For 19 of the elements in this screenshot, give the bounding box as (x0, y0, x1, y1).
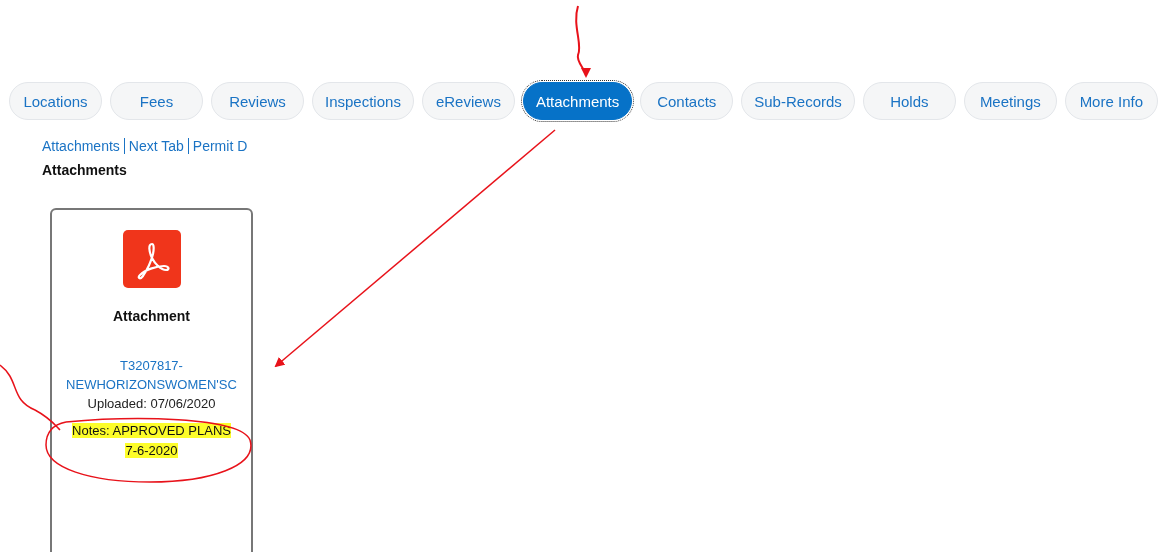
tab[interactable]: Inspections (312, 82, 414, 120)
tab[interactable]: Meetings (963, 82, 1057, 120)
tab[interactable]: Contacts (640, 82, 734, 120)
breadcrumb-link[interactable]: Permit D (192, 138, 248, 154)
breadcrumb-link[interactable]: Attachments (42, 138, 120, 154)
tab[interactable]: Attachments (522, 82, 633, 120)
tab[interactable]: Fees (110, 82, 203, 120)
tab[interactable]: eReviews (421, 82, 515, 120)
tab[interactable]: Reviews (211, 82, 304, 120)
upload-date: Uploaded: 07/06/2020 (87, 395, 216, 413)
breadcrumb-link[interactable]: Next Tab (128, 138, 184, 154)
tab[interactable]: Locations (9, 82, 102, 120)
tab[interactable]: Holds (862, 82, 956, 120)
tab[interactable]: More Info (1064, 82, 1158, 120)
file-link[interactable]: T3207817-NEWHORIZONSWOMEN'SC (54, 356, 249, 394)
attachment-title: Attachment (113, 308, 190, 324)
tab[interactable]: Sub-Records (741, 82, 855, 120)
section-title: Attachments (41, 161, 128, 178)
attachment-notes: Notes: APPROVED PLANS 7-6-2020 (71, 422, 232, 460)
